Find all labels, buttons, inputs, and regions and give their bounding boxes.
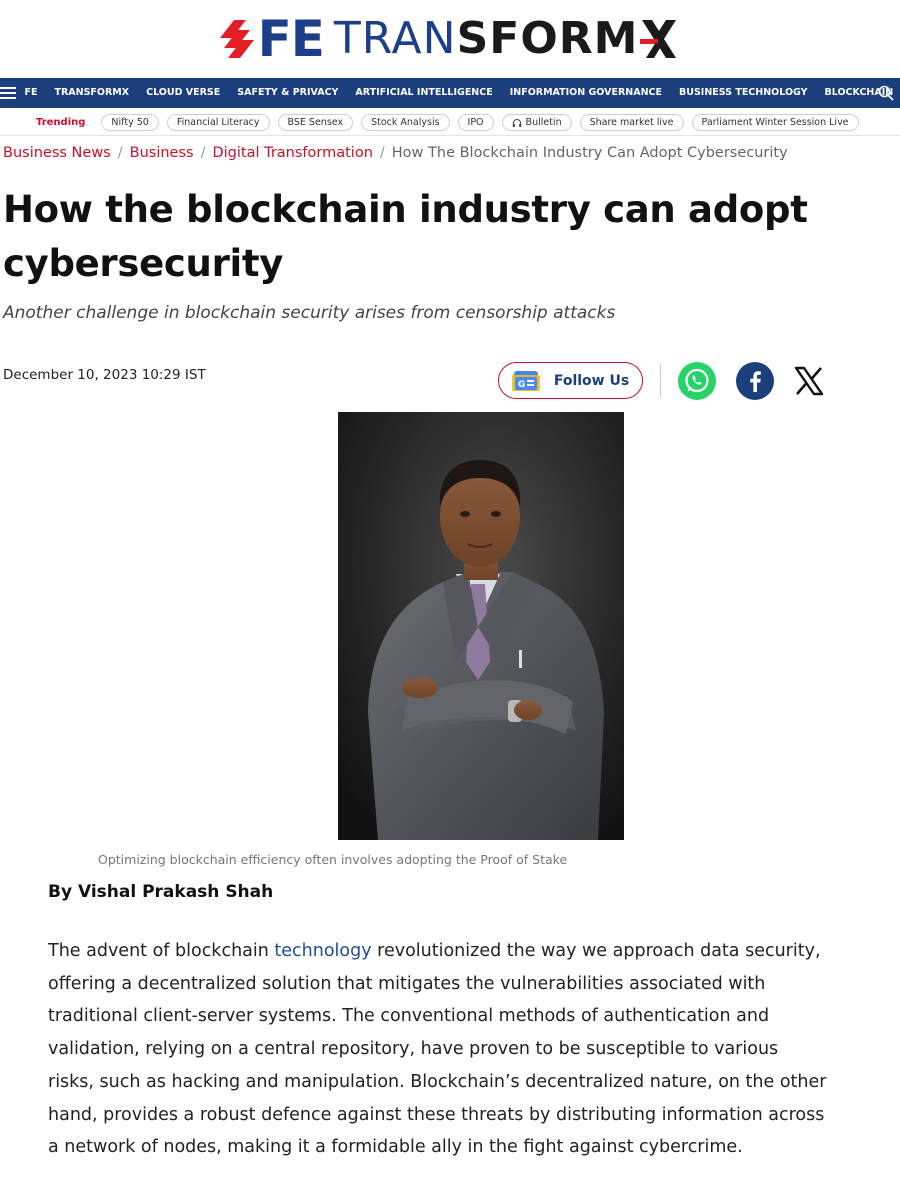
nav-item-information-governance[interactable]: INFORMATION GOVERNANCE [501, 78, 670, 108]
logo-stripes-icon [219, 20, 254, 58]
article-body-paragraph: The advent of blockchain technology revo… [48, 935, 828, 1164]
trending-chip-parliament-winter-session[interactable]: Parliament Winter Session Live [691, 114, 859, 131]
menu-button[interactable] [0, 78, 16, 108]
trending-chip-bulletin[interactable]: Bulletin [501, 114, 572, 131]
nav-item-fe[interactable]: FE [16, 78, 46, 108]
hamburger-icon [0, 87, 16, 99]
site-logo[interactable]: FE TRANSFORM [219, 9, 681, 69]
google-news-follow-button[interactable]: G Follow Us [498, 362, 643, 399]
svg-text:G: G [518, 380, 525, 390]
headphones-icon [512, 118, 521, 127]
trending-chip-financial-literacy[interactable]: Financial Literacy [166, 114, 270, 131]
author-byline[interactable]: By Vishal Prakash Shah [48, 882, 273, 902]
publish-date: December 10, 2023 10:29 IST [3, 367, 206, 383]
photo-caption: Optimizing blockchain efficiency often i… [98, 852, 568, 867]
body-text-end: revolutionized the way we approach data … [48, 941, 827, 1158]
nav-item-transformx[interactable]: TRANSFORMX [46, 78, 138, 108]
nav-item-safety-privacy[interactable]: SAFETY & PRIVACY [229, 78, 347, 108]
x-twitter-icon[interactable] [792, 364, 826, 398]
search-icon[interactable] [878, 85, 894, 101]
breadcrumb-digital-transformation[interactable]: Digital Transformation [212, 145, 372, 161]
trending-chip-bse-sensex[interactable]: BSE Sensex [277, 114, 354, 131]
nav-item-artificial-intelligence[interactable]: ARTIFICIAL INTELLIGENCE [347, 78, 501, 108]
whatsapp-icon[interactable] [677, 361, 717, 401]
breadcrumb: Business News / Business / Digital Transform… [3, 145, 788, 161]
breadcrumb-separator: / [200, 145, 206, 161]
follow-us-label: Follow Us [553, 372, 630, 389]
trending-chip-nifty-50[interactable]: Nifty 50 [101, 114, 159, 131]
author-photo [338, 412, 624, 840]
article-subtitle: Another challenge in blockchain security… [3, 303, 616, 323]
trending-chip-share-market-live[interactable]: Share market live [579, 114, 684, 131]
main-nav: FE TRANSFORMX CLOUD VERSE SAFETY & PRIVA… [0, 78, 900, 108]
breadcrumb-separator: / [379, 145, 385, 161]
nav-item-business-technology[interactable]: BUSINESS TECHNOLOGY [671, 78, 817, 108]
breadcrumb-business[interactable]: Business [130, 145, 194, 161]
body-text-start: The advent of blockchain [48, 941, 275, 961]
site-header: FE TRANSFORM [0, 0, 900, 78]
logo-transform-text: TRANSFORM [333, 13, 639, 64]
breadcrumb-separator: / [117, 145, 123, 161]
breadcrumb-current: How The Blockchain Industry Can Adopt Cy… [391, 145, 788, 161]
google-news-icon: G [511, 370, 540, 391]
share-divider [660, 364, 661, 398]
technology-link[interactable]: technology [274, 941, 371, 961]
trending-label: Trending [36, 117, 86, 128]
facebook-icon[interactable] [735, 361, 775, 401]
logo-x-icon [640, 20, 677, 58]
article-title: How the blockchain industry can adopt cy… [3, 188, 808, 285]
trending-chip-stock-analysis[interactable]: Stock Analysis [361, 114, 450, 131]
breadcrumb-business-news[interactable]: Business News [3, 145, 111, 161]
nav-item-cloud-verse[interactable]: CLOUD VERSE [138, 78, 229, 108]
trending-bar: Trending Nifty 50 Financial Literacy BSE… [0, 110, 900, 136]
trending-chip-bulletin-label: Bulletin [525, 117, 562, 128]
nav-items: FE TRANSFORMX CLOUD VERSE SAFETY & PRIVA… [16, 78, 900, 108]
logo-fe-text: FE [257, 10, 325, 68]
trending-chip-ipo[interactable]: IPO [457, 114, 494, 131]
